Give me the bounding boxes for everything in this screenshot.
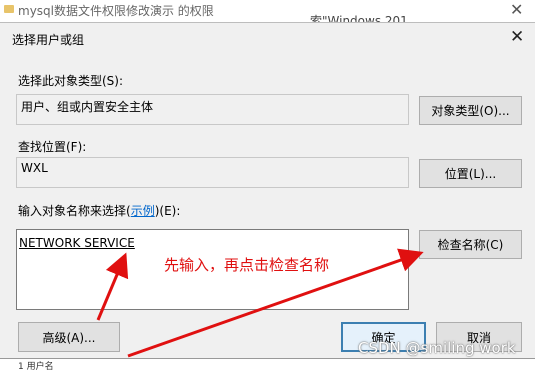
underlying-window-edge — [0, 358, 535, 369]
underlying-window-text: 1 用户名 — [18, 362, 54, 372]
watermark: CSDN @smiling work — [358, 339, 516, 357]
arrow-to-input — [96, 252, 129, 321]
annotation-arrows — [96, 248, 424, 358]
